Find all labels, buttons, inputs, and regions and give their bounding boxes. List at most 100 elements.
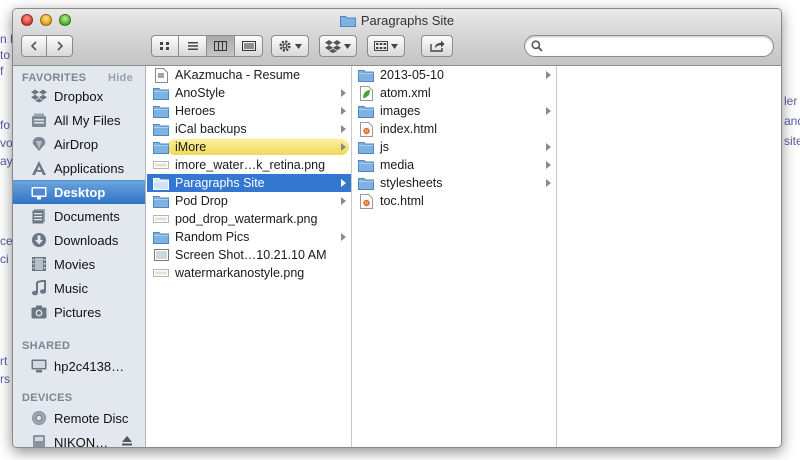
column-1-row-label: Screen Shot…10.21.10 AM: [175, 248, 327, 262]
chevron-left-icon: [30, 41, 37, 51]
sidebar-item-label: Applications: [54, 160, 125, 176]
column-1-row-label: AKazmucha - Resume: [175, 68, 301, 82]
column-2-row[interactable]: index.html: [352, 120, 556, 138]
view-mode-segmented: [151, 35, 263, 57]
sidebar-item-downloads[interactable]: Downloads: [13, 228, 145, 252]
folder-icon: [153, 230, 169, 244]
forward-button[interactable]: [47, 35, 73, 57]
background-text: ay: [0, 154, 13, 168]
disclosure-chevron-icon: [341, 143, 346, 151]
action-menu-button[interactable]: [271, 35, 309, 57]
search-icon: [531, 40, 543, 52]
column-1-row-label: pod_drop_watermark.png: [175, 212, 318, 226]
disclosure-chevron-icon: [546, 179, 551, 187]
sidebar-item-label: AirDrop: [54, 136, 99, 152]
title-bar[interactable]: Paragraphs Site: [13, 9, 781, 66]
airdrop-icon: [30, 136, 48, 152]
column-1-row[interactable]: iMore: [147, 138, 351, 156]
desktop-icon: [30, 185, 48, 201]
finder-window: Paragraphs Site FAVORITES Hide Dropbox A…: [12, 8, 782, 448]
chevron-down-icon: [344, 43, 351, 49]
disclosure-chevron-icon: [341, 125, 346, 133]
column-2-row[interactable]: images: [352, 102, 556, 120]
column-view-button[interactable]: [207, 35, 235, 57]
browser-column-3[interactable]: [557, 66, 781, 447]
sidebar-item-pictures[interactable]: Pictures: [13, 300, 145, 324]
share-group: [421, 35, 453, 57]
background-text: ce: [0, 234, 13, 248]
column-1-row[interactable]: Random Pics: [147, 228, 351, 246]
dropbox-menu-button[interactable]: [319, 35, 357, 57]
column-view-icon: [214, 41, 227, 51]
search-input[interactable]: [545, 38, 765, 54]
column-2-row-label: js: [380, 140, 390, 154]
shared-header-label: SHARED: [22, 340, 71, 352]
column-2-row[interactable]: media: [352, 156, 556, 174]
arrange-menu-button[interactable]: [367, 35, 405, 57]
column-2-row-label: toc.html: [380, 194, 424, 208]
share-button[interactable]: [421, 35, 453, 57]
icon-view-button[interactable]: [151, 35, 179, 57]
sidebar-item-documents[interactable]: Documents: [13, 204, 145, 228]
column-2-row-label: media: [380, 158, 415, 172]
action-menu-group: [271, 35, 309, 57]
disc-icon: [30, 410, 48, 426]
column-2-row[interactable]: toc.html: [352, 192, 556, 210]
column-1-row[interactable]: AnoStyle: [147, 84, 351, 102]
sidebar-item-label: Desktop: [54, 185, 106, 200]
sidebar-item-music[interactable]: Music: [13, 276, 145, 300]
sidebar-item-dropbox[interactable]: Dropbox: [13, 84, 145, 108]
music-icon: [30, 280, 48, 296]
document-icon: [153, 67, 169, 83]
column-1-row[interactable]: Pod Drop: [147, 192, 351, 210]
column-2-row[interactable]: stylesheets: [352, 174, 556, 192]
column-2-row[interactable]: 2013-05-10: [352, 66, 556, 84]
chevron-right-icon: [56, 41, 63, 51]
sidebar-item-airdrop[interactable]: AirDrop: [13, 132, 145, 156]
sidebar-item-label: Movies: [54, 256, 96, 272]
disclosure-chevron-icon: [341, 197, 346, 205]
dropbox-menu-group: [319, 35, 357, 57]
sidebar-item-all-my-files[interactable]: All My Files: [13, 108, 145, 132]
favorites-header: FAVORITES Hide: [13, 66, 145, 84]
column-1-row[interactable]: Screen Shot…10.21.10 AM: [147, 246, 351, 264]
background-text: and: [784, 114, 800, 128]
list-view-button[interactable]: [179, 35, 207, 57]
back-button[interactable]: [21, 35, 47, 57]
background-text: f: [0, 64, 4, 78]
sidebar-item-desktop[interactable]: Desktop: [13, 180, 145, 204]
search-field[interactable]: [524, 35, 774, 57]
folder-icon: [358, 140, 374, 154]
column-1-row-label: AnoStyle: [175, 86, 226, 100]
folder-icon: [339, 15, 356, 27]
column-1-row[interactable]: Heroes: [147, 102, 351, 120]
sidebar-item-movies[interactable]: Movies: [13, 252, 145, 276]
column-1-row[interactable]: AKazmucha - Resume: [147, 66, 351, 84]
sidebar-item-label: All My Files: [54, 112, 121, 128]
column-2-row[interactable]: js: [352, 138, 556, 156]
column-1-row[interactable]: watermarkanostyle.png: [147, 264, 351, 282]
column-2-row[interactable]: atom.xml: [352, 84, 556, 102]
column-1-row-label: iMore: [175, 140, 207, 154]
sidebar-item-label: NIKON…: [54, 434, 109, 448]
cover-flow-view-button[interactable]: [235, 35, 263, 57]
sidebar-item-nikon[interactable]: NIKON…: [13, 430, 145, 447]
html-file-icon: [358, 193, 374, 209]
browser-column-2[interactable]: 2013-05-10 atom.xml images index.html js medi…: [352, 66, 557, 447]
eject-icon[interactable]: [121, 435, 133, 447]
list-view-icon: [187, 42, 198, 50]
sidebar-item-applications[interactable]: Applications: [13, 156, 145, 180]
column-2-row-label: images: [380, 104, 421, 118]
sidebar-item-shared-host[interactable]: hp2c4138…: [13, 354, 145, 378]
browser-column-1[interactable]: AKazmucha - Resume AnoStyle Heroes iCal bac…: [147, 66, 352, 447]
drive-icon: [30, 434, 48, 447]
share-icon: [429, 40, 444, 52]
sidebar-item-remote-disc[interactable]: Remote Disc: [13, 406, 145, 430]
hide-favorites-link[interactable]: Hide: [108, 72, 133, 84]
sidebar-item-label: hp2c4138…: [54, 358, 125, 374]
column-1-row[interactable]: Paragraphs Site: [147, 174, 351, 192]
display-icon: [30, 358, 48, 374]
column-1-row[interactable]: iCal backups: [147, 120, 351, 138]
column-1-row[interactable]: imore_water…k_retina.png: [147, 156, 351, 174]
column-1-row[interactable]: pod_drop_watermark.png: [147, 210, 351, 228]
